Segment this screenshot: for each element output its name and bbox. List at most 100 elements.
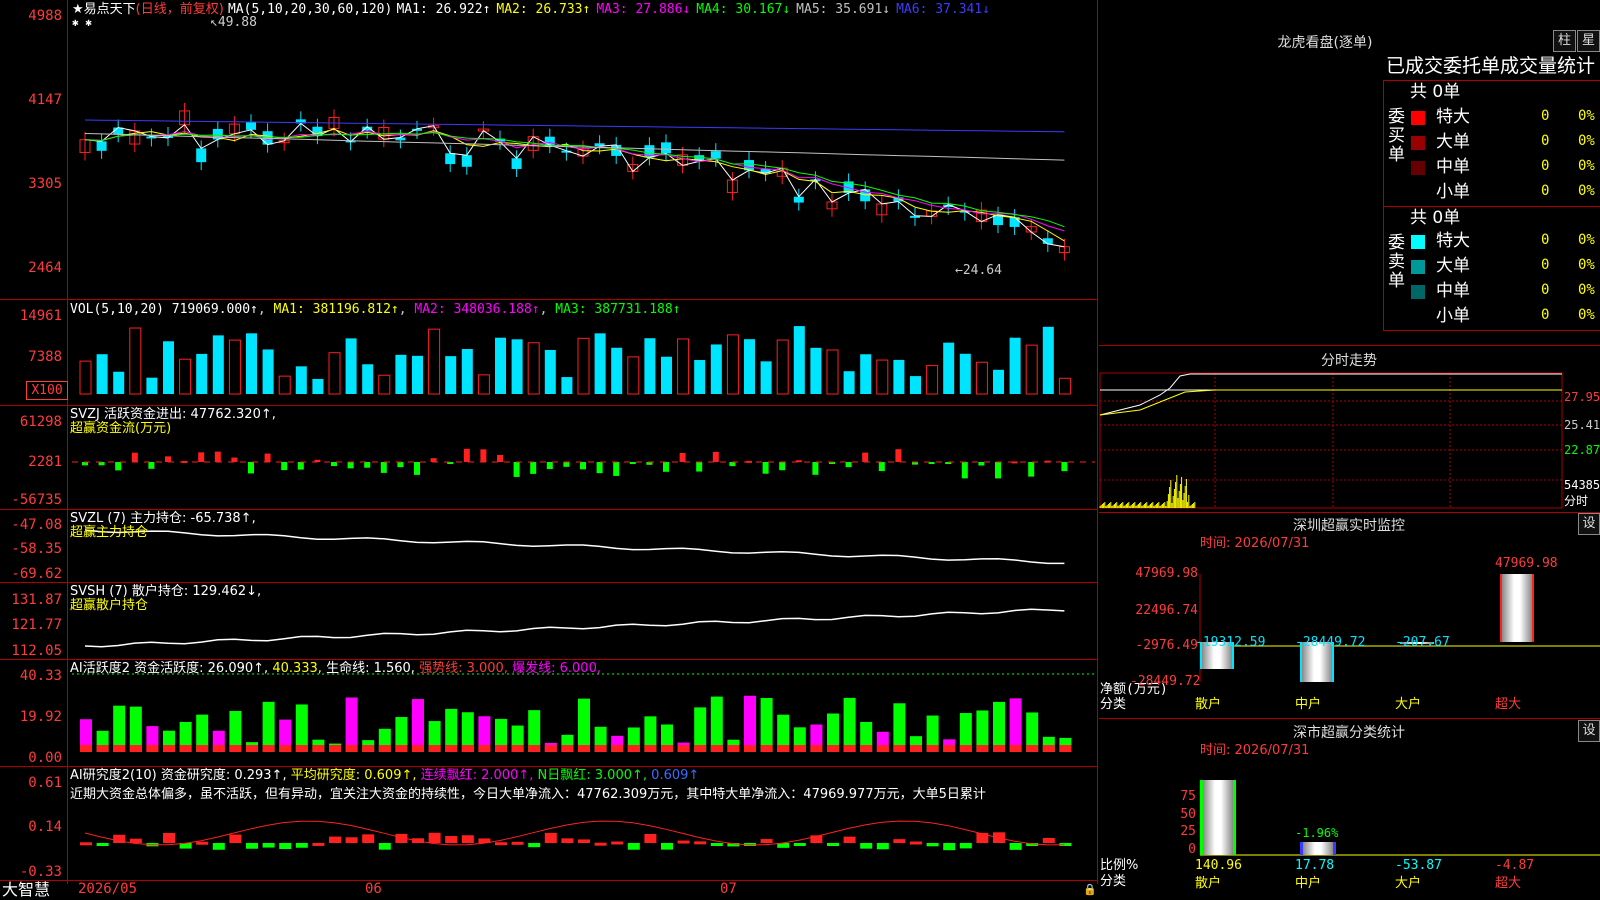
sz-monitor-settings-button[interactable]: 设	[1578, 513, 1600, 535]
svzj-y-bot: -56735	[11, 492, 62, 508]
chart-mark	[827, 745, 839, 752]
chart-mark	[113, 371, 125, 394]
chart-mark	[878, 462, 885, 472]
lock-icon[interactable]: 🔒	[1083, 882, 1097, 897]
chart-mark	[1059, 745, 1072, 752]
chart-mark	[710, 696, 723, 752]
chart-mark	[511, 158, 522, 169]
chart-mark	[445, 356, 457, 394]
chart-mark	[1025, 344, 1038, 395]
chart-mark	[163, 745, 175, 752]
chart-mark	[196, 148, 207, 163]
chart-mark	[395, 354, 407, 394]
sell-swatch-2	[1411, 285, 1425, 299]
sell-row-count-1: 0	[1541, 257, 1550, 273]
sz-monitor-value-label: -19312.59	[1195, 634, 1266, 650]
chart-mark	[412, 355, 423, 394]
ma-value-2: MA2: 26.733↑	[496, 2, 591, 17]
chart-mark	[478, 745, 491, 752]
ma-line-5	[84, 133, 1065, 161]
sz-classify-bar[interactable]	[1300, 841, 1336, 855]
sz-classify-time: 时间: 2026/07/31	[1200, 743, 1310, 758]
chart-mark	[445, 745, 458, 752]
chart-mark	[495, 745, 507, 752]
unit-badge[interactable]: X100	[26, 381, 68, 400]
sz-classify-category: 大户	[1395, 876, 1422, 891]
ma-line-1	[84, 122, 1065, 248]
chart-mark	[893, 839, 906, 843]
chart-mark	[546, 462, 553, 470]
ai-research-header: AI研究度2(10) 资金研究度: 0.293↑, 平均研究度: 0.609↑,…	[70, 768, 699, 783]
sz-monitor-y-tick: -2976.49	[1135, 638, 1198, 653]
chart-mark	[378, 374, 391, 395]
sz-classify-bar[interactable]	[1200, 780, 1236, 855]
sz-monitor-y-tick: -28449.72	[1130, 674, 1201, 689]
chart-mark	[295, 704, 308, 752]
chart-mark	[345, 697, 358, 752]
chart-mark	[910, 376, 921, 394]
intraday-top-line	[1099, 345, 1600, 346]
grid-view-button[interactable]: 星	[1577, 30, 1600, 52]
chart-mark	[264, 453, 271, 462]
sell-row-name-1: 大单	[1436, 256, 1470, 276]
chart-mark	[677, 840, 690, 844]
chart-mark	[278, 375, 291, 395]
chart-mark	[395, 745, 408, 752]
ai-research-y-top: 0.61	[28, 775, 62, 791]
chart-mark	[777, 745, 790, 752]
svsh-header: SVSH (7) 散户持仓: 129.462↓,	[70, 584, 261, 599]
chart-mark	[779, 462, 786, 471]
chart-mark	[679, 452, 686, 462]
intraday-price-line	[1099, 373, 1562, 416]
chart-mark	[961, 462, 968, 479]
dragon-tiger-header: 已成交委托单成交量统计	[1386, 55, 1596, 77]
ai-research-text1: 资金研究度: 0.293↑,	[160, 768, 287, 783]
chart-mark	[876, 745, 889, 752]
chart-mark	[993, 701, 1005, 752]
chart-mark	[229, 745, 242, 752]
chart-mark	[661, 843, 673, 850]
dt-mid-line	[1383, 206, 1600, 207]
sell-row-count-0: 0	[1541, 232, 1550, 248]
chart-mark	[281, 462, 288, 471]
chart-mark	[926, 365, 939, 395]
buy-swatch-0	[1411, 111, 1425, 125]
dt-left-line	[1383, 80, 1384, 330]
chart-mark	[561, 377, 573, 394]
ai-research-label: AI研究度2(10)	[70, 768, 157, 783]
chart-canvas[interactable]	[0, 0, 1600, 900]
sell-row-pct-1: 0%	[1578, 257, 1595, 273]
ai-active-y-mid: 19.92	[19, 709, 62, 725]
svsh-y-bot: 112.05	[11, 643, 62, 659]
chart-mark	[843, 371, 855, 394]
chart-mark	[744, 695, 756, 752]
chart-mark	[563, 462, 570, 467]
chart-mark	[544, 832, 557, 843]
chart-mark	[378, 745, 391, 752]
chart-mark	[364, 462, 371, 468]
chart-mark	[760, 361, 772, 394]
sz-monitor-bar[interactable]	[1500, 574, 1534, 642]
svsh-subtitle: 超赢散户持仓	[70, 598, 149, 613]
svsh-y-top: 131.87	[11, 592, 62, 608]
chart-mark	[1058, 377, 1071, 395]
buy-row-count-3: 0	[1541, 183, 1550, 199]
chart-mark	[279, 745, 292, 752]
bar-view-button[interactable]: 柱	[1553, 30, 1576, 52]
chart-mark	[246, 122, 256, 130]
chart-mark	[497, 455, 503, 462]
sz-monitor-value-label: -28449.72	[1295, 634, 1366, 650]
chart-mark	[793, 326, 805, 394]
chart-mark	[860, 354, 872, 394]
sz-classify-y-tick: 50	[1180, 807, 1196, 822]
chart-mark	[596, 462, 603, 474]
sz-classify-settings-button[interactable]: 设	[1578, 720, 1600, 742]
chart-mark	[511, 745, 524, 752]
chart-mark	[297, 462, 304, 470]
chart-mark	[246, 745, 258, 752]
chart-mark	[862, 452, 869, 462]
chart-mark	[445, 153, 456, 165]
buy-row-count-1: 0	[1541, 133, 1550, 149]
chart-mark	[80, 745, 92, 752]
chart-mark	[196, 745, 209, 752]
